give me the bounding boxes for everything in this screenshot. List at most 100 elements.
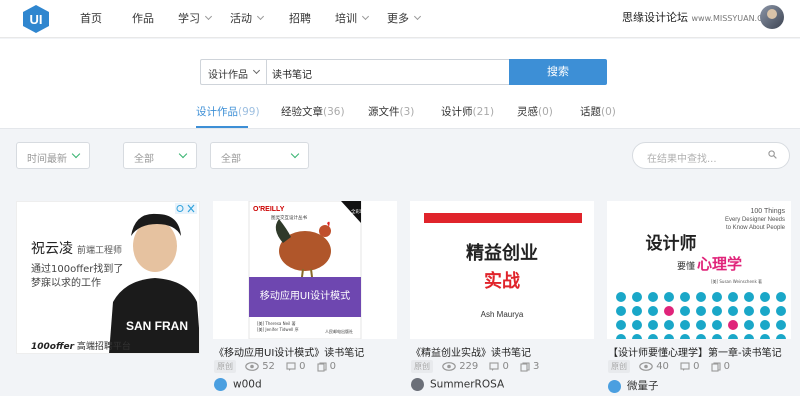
search-icon [768, 150, 777, 159]
search-button[interactable]: 搜索 [509, 59, 607, 85]
nav-more[interactable]: 更多 [387, 10, 422, 26]
nav-learn[interactable]: 学习 [178, 10, 213, 26]
find-in-results-input[interactable]: 在结果中查找... [632, 142, 790, 169]
favorites-count: 0 [723, 361, 731, 372]
cover-dot [664, 306, 674, 316]
cover-dot [712, 320, 722, 330]
work-card-author[interactable]: 微量子 [608, 378, 659, 393]
filter-dropdown-2[interactable]: 全部 [210, 142, 309, 169]
tab-source-files[interactable]: 源文件(3) [368, 104, 414, 119]
work-card-author[interactable]: w00d [214, 378, 262, 391]
chevron-down-icon [290, 149, 300, 159]
cover-dot [696, 306, 706, 316]
tab-designers[interactable]: 设计师(21) [441, 104, 494, 119]
cover-dot [760, 320, 770, 330]
original-badge: 原创 [411, 360, 433, 373]
tab-count: (36) [323, 106, 345, 118]
cover-dot [632, 320, 642, 330]
work-card-meta: 原创 229 0 3 [411, 360, 547, 373]
original-badge: 原创 [214, 360, 236, 373]
cover-dot [776, 306, 786, 316]
cover-press: 人民邮电出版社 [325, 328, 353, 334]
favorites-count: 3 [533, 361, 540, 372]
work-card-cover[interactable]: 精益创业 实战 Ash Maurya [410, 201, 594, 339]
tab-articles[interactable]: 经验文章(36) [281, 104, 345, 119]
ad-choices-icon[interactable] [175, 203, 197, 214]
top-nav-bar: UI 首页 作品 学习 活动 招聘 培训 更多 思缘设计论坛 www.MISSY… [0, 0, 800, 38]
work-card-author[interactable]: SummerROSA [411, 378, 504, 391]
nav-training-label: 培训 [335, 12, 357, 25]
author-avatar [214, 378, 227, 391]
ad-banner[interactable]: SAN FRAN 祝云凌 前端工程师 通过100offer找到了 梦寐以求的工作 … [16, 201, 200, 354]
ad-title: 祝云凌 前端工程师 [31, 238, 122, 258]
tab-label: 设计作品 [196, 106, 238, 118]
nav-jobs-label: 招聘 [289, 12, 311, 25]
cover-dot [696, 320, 706, 330]
watermark-text: 思缘设计论坛 [622, 11, 688, 24]
tab-label: 设计师 [441, 106, 473, 118]
cover-dot [760, 306, 770, 316]
author-name: w00d [233, 378, 262, 391]
site-logo[interactable]: UI [23, 5, 49, 33]
tab-design-works[interactable]: 设计作品(99) [196, 104, 260, 119]
views-count: 229 [459, 361, 479, 372]
search-category-select[interactable]: 设计作品 [200, 59, 266, 85]
tab-topics[interactable]: 话题(0) [580, 104, 616, 119]
cover-dot [616, 320, 626, 330]
cover-publisher: O'REILLY [253, 206, 285, 213]
comments-count: 0 [502, 361, 509, 372]
nav-events-label: 活动 [230, 12, 252, 25]
author-avatar [411, 378, 424, 391]
chevron-down-icon [361, 12, 370, 21]
nav-more-label: 更多 [387, 12, 409, 25]
ad-line-2: 梦寐以求的工作 [31, 278, 101, 289]
author-name: SummerROSA [430, 378, 505, 391]
nav-jobs[interactable]: 招聘 [289, 10, 311, 26]
cover-dot [776, 292, 786, 302]
favorite-icon [711, 361, 721, 372]
work-card-title[interactable]: 《精益创业实战》读书笔记 [411, 344, 531, 359]
tab-inspiration[interactable]: 灵感(0) [517, 104, 553, 119]
sort-dropdown[interactable]: 时间最新 [16, 142, 90, 169]
tab-count: (0) [538, 106, 553, 118]
cover-dot [712, 292, 722, 302]
work-card-meta: 原创 40 0 0 [608, 360, 738, 373]
tab-count: (21) [472, 106, 495, 118]
tab-label: 灵感 [517, 106, 538, 118]
cover-dot [632, 292, 642, 302]
cover-dot [760, 292, 770, 302]
search-input[interactable]: 读书笔记 [266, 59, 510, 85]
nav-home[interactable]: 首页 [80, 10, 102, 26]
cover-dot [648, 320, 658, 330]
filter-dropdown-1[interactable]: 全部 [123, 142, 197, 169]
work-card-title[interactable]: 【设计师要懂心理学】第一章-读书笔记 [608, 344, 782, 359]
search-input-value: 读书笔记 [272, 70, 312, 81]
chevron-down-icon [71, 149, 81, 159]
cover-dot [648, 306, 658, 316]
nav-training[interactable]: 培训 [335, 10, 370, 26]
comment-icon [680, 361, 690, 371]
user-avatar[interactable] [760, 5, 784, 29]
cover-book-title: 移动应用UI设计模式 [260, 289, 350, 302]
cover-dot [680, 306, 690, 316]
cover-dot [744, 292, 754, 302]
cover-series: 图灵交互设计丛书 [271, 214, 307, 221]
book-cover-image: 精益创业 实战 Ash Maurya [410, 201, 594, 339]
work-card-title[interactable]: 《移动应用UI设计模式》读书笔记 [214, 344, 364, 359]
favorites-count: 0 [329, 361, 337, 372]
tab-label: 经验文章 [281, 106, 323, 118]
ad-name: 祝云凌 [31, 241, 73, 257]
ad-brand: 100offer [31, 342, 75, 352]
chevron-down-icon [252, 66, 261, 75]
work-card-cover[interactable]: 100 Things Every Designer Needs to Know … [607, 201, 791, 339]
eye-icon [639, 362, 653, 371]
nav-works[interactable]: 作品 [132, 10, 154, 26]
nav-events[interactable]: 活动 [230, 10, 265, 26]
cover-dot [680, 320, 690, 330]
cover-dot [696, 292, 706, 302]
cover-author: Ash Maurya [481, 310, 524, 319]
work-card-cover[interactable]: O'REILLY 图灵交互设计丛书 全彩印刷 移动应用UI设计模式 [美] Th… [213, 201, 397, 339]
cover-dot [632, 306, 642, 316]
search-category-value: 设计作品 [208, 70, 248, 81]
favorite-icon [317, 361, 327, 372]
